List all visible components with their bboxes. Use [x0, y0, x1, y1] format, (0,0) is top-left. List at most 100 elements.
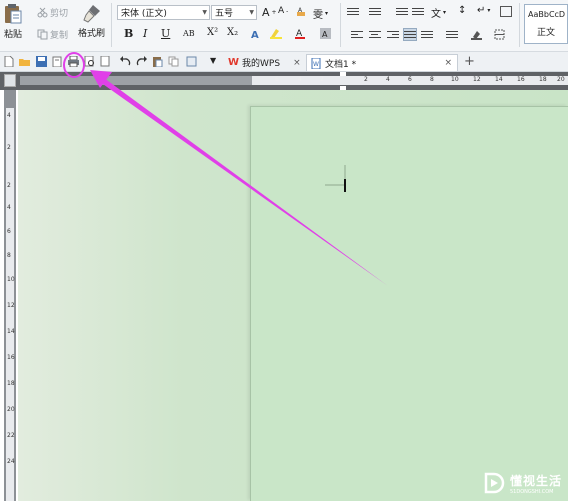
- ruler-tick: 10: [451, 76, 459, 83]
- ruler-tick: 22: [7, 432, 15, 439]
- ruler-tick: 4: [7, 112, 11, 119]
- chevron-down-icon: ▼: [249, 9, 254, 16]
- increase-indent-button[interactable]: [412, 6, 424, 17]
- ruler-tick: 14: [495, 76, 503, 83]
- tab-label: 我的WPS: [242, 59, 281, 69]
- ruler-tick: 18: [7, 380, 15, 387]
- align-left-button[interactable]: [351, 29, 363, 40]
- save-icon[interactable]: [36, 56, 47, 67]
- ruler-tick: 8: [7, 252, 11, 259]
- ruler-tick: 2: [320, 76, 324, 83]
- align-right-button[interactable]: [387, 29, 399, 40]
- style-preview: AaBbCcD: [528, 10, 566, 19]
- text-cursor: [344, 179, 346, 192]
- cut-button[interactable]: 剪切: [37, 6, 68, 19]
- tab-my-wps[interactable]: W 我的WPS ×: [224, 54, 305, 71]
- ruler-corner-button[interactable]: [4, 74, 16, 87]
- watermark-brand: 懂视生活: [509, 473, 562, 488]
- ruler-tick: 6: [408, 76, 412, 83]
- copy-small-icon[interactable]: [168, 56, 179, 67]
- cut-label: 剪切: [50, 9, 69, 19]
- undo-icon[interactable]: [120, 56, 131, 67]
- italic-button[interactable]: I: [143, 27, 147, 40]
- table-tools-button[interactable]: [500, 6, 512, 17]
- open-icon[interactable]: [19, 56, 30, 67]
- superscript-button[interactable]: X²: [207, 27, 218, 38]
- ruler-tick: 10: [7, 276, 15, 283]
- ruler-tick: 4: [386, 76, 390, 83]
- text-effect-icon[interactable]: A: [250, 28, 261, 39]
- svg-text:W: W: [313, 61, 319, 68]
- justify-button[interactable]: [403, 28, 417, 41]
- style-name: 正文: [536, 28, 555, 38]
- strikethrough-button[interactable]: AB: [183, 29, 195, 38]
- ribbon: 粘贴 剪切 复制 格式刷 宋体 (正文) ▼ 五号 ▼ A + A- A 雯 ▾ B…: [0, 0, 568, 52]
- show-marks-button[interactable]: ↵ ▾: [477, 5, 490, 16]
- copy-label: 复制: [50, 31, 69, 41]
- document-page[interactable]: [250, 106, 568, 501]
- ribbon-divider: [519, 3, 520, 47]
- align-center-button[interactable]: [369, 29, 381, 40]
- line-spacing-button[interactable]: [446, 29, 458, 40]
- tab-label: 文档1 *: [325, 59, 357, 70]
- font-size-value: 五号: [215, 9, 234, 19]
- save-as-icon[interactable]: [52, 56, 63, 67]
- ruler-tick: 6: [275, 76, 279, 83]
- underline-button[interactable]: U: [161, 27, 170, 40]
- svg-text:A: A: [251, 30, 259, 39]
- ruler-tick: 2: [364, 76, 368, 83]
- ruler-tick: 8: [430, 76, 434, 83]
- distribute-button[interactable]: [421, 29, 433, 40]
- highlight-icon[interactable]: [269, 27, 283, 39]
- ruler-tick: 12: [7, 302, 15, 309]
- phonetic-button[interactable]: 雯 ▾: [313, 6, 328, 21]
- ruler-tick: 16: [517, 76, 525, 83]
- font-name-select[interactable]: 宋体 (正文) ▼: [117, 5, 210, 20]
- paste-small-icon[interactable]: [152, 56, 163, 67]
- chinese-layout-button[interactable]: 文 ▾: [431, 5, 446, 20]
- paste-button[interactable]: 粘贴: [3, 3, 23, 40]
- ruler-tick: 2: [7, 144, 11, 151]
- indent-marker[interactable]: [340, 72, 346, 90]
- char-shading-icon[interactable]: A: [320, 28, 331, 39]
- sort-button[interactable]: ↕: [458, 5, 466, 16]
- font-name-value: 宋体 (正文): [121, 9, 167, 19]
- decrease-indent-button[interactable]: [396, 6, 408, 17]
- export-pdf-icon[interactable]: [100, 56, 111, 67]
- font-size-select[interactable]: 五号 ▼: [211, 5, 257, 20]
- bullets-button[interactable]: [347, 6, 359, 17]
- numbering-button[interactable]: [369, 6, 381, 17]
- toolbar-more-button[interactable]: ▼: [210, 56, 216, 65]
- custom-toolbar-icon[interactable]: [186, 56, 197, 67]
- clear-format-icon[interactable]: A: [296, 7, 307, 18]
- shading-icon[interactable]: [471, 29, 482, 40]
- copy-icon: [37, 29, 48, 40]
- bold-button[interactable]: B: [124, 27, 133, 40]
- doc-icon: W: [311, 57, 321, 69]
- ruler-tick: 20: [557, 76, 565, 83]
- style-gallery-item[interactable]: AaBbCcD 正文: [524, 4, 568, 44]
- redo-icon[interactable]: [136, 56, 147, 67]
- watermark: 懂视生活 51DONGSHI.COM: [482, 471, 562, 495]
- vertical-ruler: 4 2 2 4 6 8 10 12 14 16 18 20 22 24: [4, 90, 16, 501]
- format-painter-button[interactable]: 格式刷: [78, 3, 105, 39]
- format-painter-icon: [82, 5, 100, 23]
- subscript-button[interactable]: X₂: [227, 27, 238, 38]
- copy-button[interactable]: 复制: [37, 28, 68, 41]
- grow-font-button[interactable]: A +: [262, 6, 277, 19]
- font-color-icon[interactable]: A: [294, 27, 306, 39]
- print-preview-icon[interactable]: [84, 56, 95, 67]
- ruler-tick: 6: [7, 228, 11, 235]
- print-icon[interactable]: [68, 56, 79, 67]
- paste-icon: [5, 4, 22, 24]
- watermark-logo-icon: [484, 472, 505, 494]
- horizontal-ruler: 6 4 2 2 4 6 8 10 12 14 16 18 20: [0, 72, 568, 90]
- close-icon[interactable]: ×: [444, 58, 452, 68]
- new-icon[interactable]: [3, 56, 14, 67]
- tab-document[interactable]: W 文档1 * ×: [306, 54, 458, 71]
- shrink-font-button[interactable]: A-: [278, 6, 288, 16]
- new-tab-icon[interactable]: +: [464, 54, 475, 69]
- close-icon[interactable]: ×: [293, 58, 301, 68]
- border-icon[interactable]: [494, 29, 505, 40]
- ruler-tick: 16: [7, 354, 15, 361]
